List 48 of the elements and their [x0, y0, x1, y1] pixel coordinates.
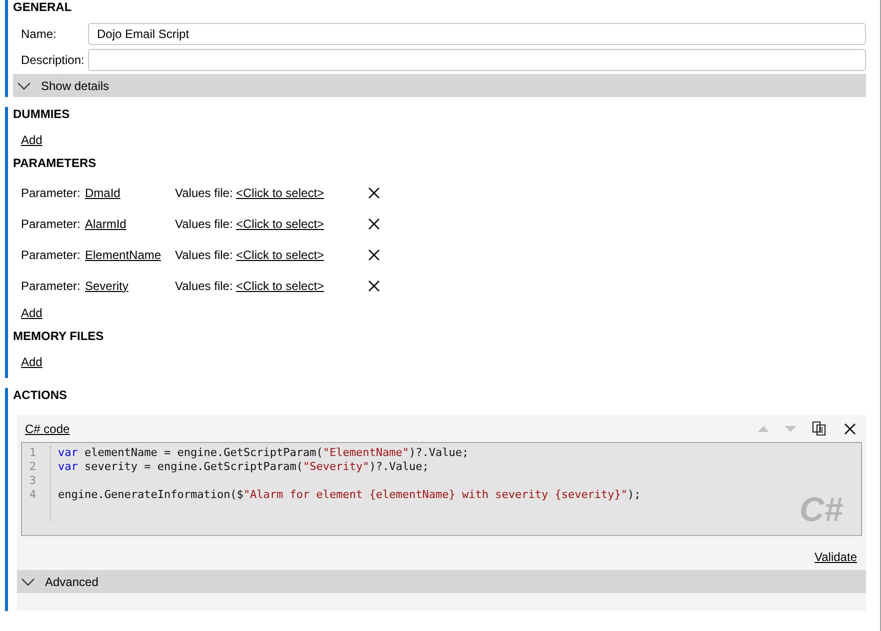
line-number: 1	[28, 446, 36, 460]
add-link[interactable]: Add	[21, 304, 42, 322]
select-file-link[interactable]: <Click to select>	[236, 216, 324, 230]
field-label: Description:	[21, 52, 86, 69]
parameter-link[interactable]: ElementName	[85, 248, 162, 262]
values-file-label: Values file:	[175, 278, 234, 294]
close-icon[interactable]	[368, 280, 380, 292]
validate-link[interactable]: Validate	[814, 548, 857, 566]
code-line: var elementName = engine.GetScriptParam("ElementName")?.Value;	[57, 446, 469, 460]
field-label: Name:	[21, 26, 58, 43]
parameter-link[interactable]: DmaId	[85, 186, 120, 200]
values-file-label: Values file:	[175, 246, 234, 264]
add-link[interactable]: Add	[21, 353, 42, 371]
section-heading: MEMORY FILES	[13, 329, 105, 344]
section-heading: PARAMETERS	[13, 156, 98, 171]
parameter-label: Parameter:	[21, 246, 82, 264]
expander-bar[interactable]: Advanced	[17, 570, 866, 593]
text-field[interactable]	[88, 49, 866, 71]
text-field[interactable]: Dojo Email Script	[88, 23, 866, 45]
section-heading: GENERAL	[13, 0, 73, 15]
close-icon[interactable]	[368, 218, 380, 230]
action-title-link[interactable]: C# code	[25, 420, 70, 438]
section-heading: DUMMIES	[13, 107, 71, 122]
line-number: 2	[28, 460, 36, 474]
select-file-link[interactable]: <Click to select>	[236, 278, 324, 292]
select-file-link[interactable]: <Click to select>	[236, 186, 324, 200]
expander-bar[interactable]: Show details	[13, 74, 866, 97]
line-number: 4	[28, 488, 36, 502]
code-editor[interactable]	[21, 442, 862, 536]
parameter-label: Parameter:	[21, 278, 82, 294]
parameter-label: Parameter:	[21, 216, 82, 232]
close-icon[interactable]	[368, 186, 380, 198]
parameter-label: Parameter:	[21, 184, 82, 202]
chevron-icon	[21, 578, 35, 586]
section-heading: ACTIONS	[13, 388, 68, 403]
values-file-label: Values file:	[175, 184, 234, 202]
close-icon[interactable]	[844, 422, 856, 434]
chevron-icon	[17, 82, 31, 90]
values-file-label: Values file:	[175, 216, 234, 232]
select-file-link[interactable]: <Click to select>	[236, 248, 324, 262]
code-line: var severity = engine.GetScriptParam("Severity")?.Value;	[57, 460, 429, 474]
close-icon[interactable]	[368, 248, 380, 260]
line-number: 3	[28, 474, 36, 488]
add-link[interactable]: Add	[21, 131, 42, 149]
code-line: engine.GenerateInformation($"Alarm for element {elementName} with severity {severity}");	[57, 488, 641, 502]
copy-icon[interactable]	[812, 421, 826, 436]
parameter-link[interactable]: AlarmId	[85, 216, 126, 230]
parameter-link[interactable]: Severity	[85, 278, 128, 292]
